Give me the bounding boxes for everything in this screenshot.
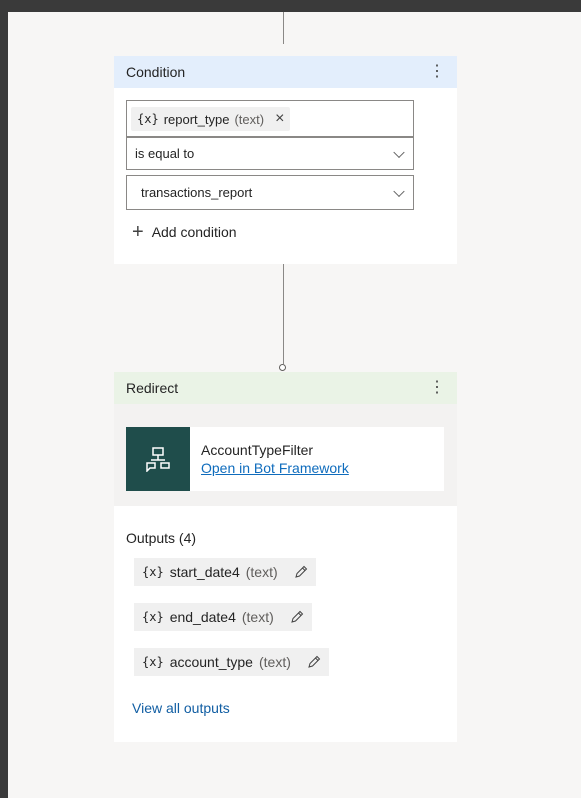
variable-chip[interactable]: {x} report_type (text) ×	[131, 107, 291, 131]
add-condition-button[interactable]: + Add condition	[132, 222, 237, 242]
redirect-header: Redirect ⋮	[114, 372, 457, 404]
plus-icon: +	[132, 221, 144, 243]
edit-pencil-icon[interactable]	[290, 610, 304, 624]
output-type: (text)	[245, 564, 278, 580]
condition-title: Condition	[126, 64, 186, 80]
variable-type: (text)	[234, 111, 265, 127]
view-all-outputs-link[interactable]: View all outputs	[132, 700, 230, 716]
edit-pencil-icon[interactable]	[294, 565, 308, 579]
output-name: account_type	[169, 654, 253, 670]
more-options-icon[interactable]: ⋮	[429, 64, 445, 80]
add-condition-label: Add condition	[151, 224, 237, 240]
variable-icon: {x}	[137, 112, 159, 126]
connector-line-middle	[283, 252, 284, 364]
variable-icon: {x}	[142, 655, 164, 669]
open-in-bot-framework-link[interactable]: Open in Bot Framework	[201, 459, 349, 477]
operator-value: is equal to	[135, 146, 195, 161]
edit-pencil-icon[interactable]	[307, 655, 321, 669]
condition-node[interactable]: Condition ⋮ {x} report_type (text) × is …	[114, 56, 457, 264]
variable-icon: {x}	[142, 565, 164, 579]
remove-variable-icon[interactable]: ×	[275, 110, 284, 128]
condition-value-dropdown[interactable]: transactions_report	[126, 175, 414, 210]
condition-variable-field[interactable]: {x} report_type (text) ×	[126, 100, 414, 137]
connector-node-dot	[279, 364, 286, 371]
more-options-icon[interactable]: ⋮	[429, 380, 445, 396]
topic-name: AccountTypeFilter	[201, 442, 314, 458]
output-name: end_date4	[169, 609, 236, 625]
output-item[interactable]: {x} end_date4 (text)	[134, 603, 312, 631]
chevron-down-icon	[393, 185, 405, 197]
redirect-body: AccountTypeFilter Open in Bot Framework	[114, 404, 457, 506]
condition-value: transactions_report	[141, 185, 253, 200]
redirect-target[interactable]: AccountTypeFilter Open in Bot Framework	[126, 427, 444, 491]
output-type: (text)	[258, 654, 291, 670]
condition-header: Condition ⋮	[114, 56, 457, 88]
output-item[interactable]: {x} account_type (text)	[134, 648, 329, 676]
operator-dropdown[interactable]: is equal to	[126, 137, 414, 170]
outputs-title: Outputs (4)	[126, 530, 197, 546]
output-item[interactable]: {x} start_date4 (text)	[134, 558, 316, 586]
flow-chart-icon	[126, 427, 190, 491]
redirect-node[interactable]: Redirect ⋮ AccountTypeFilter Open in Bot…	[114, 372, 457, 742]
authoring-canvas: Condition ⋮ {x} report_type (text) × is …	[8, 12, 581, 798]
output-type: (text)	[241, 609, 274, 625]
output-name: start_date4	[169, 564, 240, 580]
variable-name: report_type	[163, 111, 230, 127]
variable-icon: {x}	[142, 610, 164, 624]
redirect-title: Redirect	[126, 380, 179, 396]
chevron-down-icon	[393, 146, 405, 158]
connector-line-top	[283, 12, 284, 44]
